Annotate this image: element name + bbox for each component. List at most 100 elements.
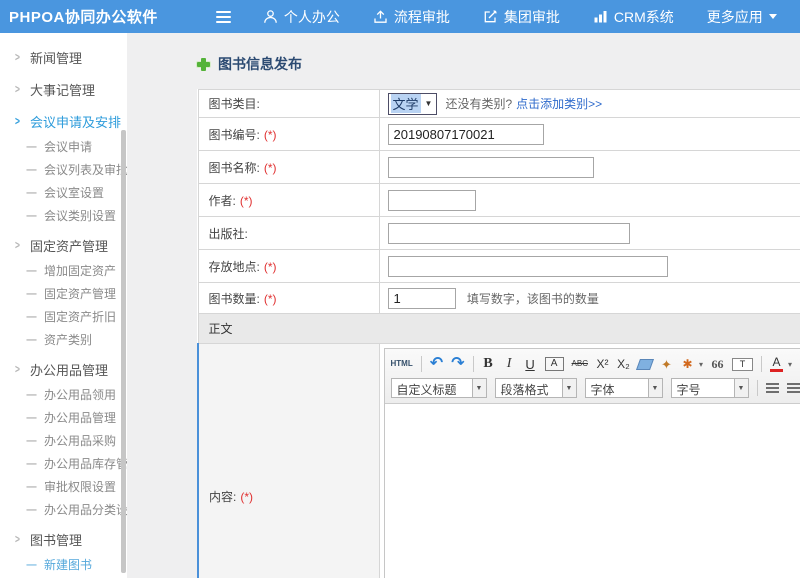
- sidebar-item-meeting-apply[interactable]: 一 会议申请: [0, 135, 127, 158]
- field-label: 图书数量:: [209, 292, 260, 306]
- caret-down-icon: ▼: [648, 379, 662, 397]
- book-name-input[interactable]: [388, 157, 594, 178]
- sidebar-item-supplies-inventory[interactable]: 一 办公用品库存管理: [0, 452, 127, 475]
- toolbar-separator: [761, 356, 762, 372]
- paste-text-button[interactable]: T: [732, 358, 753, 371]
- sidebar-item-supplies-manage[interactable]: 一 办公用品管理: [0, 406, 127, 429]
- sidebar-item-book-new[interactable]: 一 新建图书: [0, 553, 127, 576]
- nav-label: CRM系统: [614, 7, 674, 27]
- font-size-select[interactable]: 字号▼: [671, 378, 749, 398]
- sidebar-item-supplies-category[interactable]: 一 办公用品分类设置: [0, 498, 127, 521]
- sidebar-group-title-assets[interactable]: > 固定资产管理: [0, 231, 127, 259]
- person-icon: [263, 9, 278, 24]
- dash-icon: 一: [26, 557, 37, 573]
- chevron-right-icon: >: [15, 238, 20, 252]
- nav-workflow-approval[interactable]: 流程审批: [373, 7, 450, 27]
- align-center-icon[interactable]: [787, 383, 800, 394]
- subscript-button[interactable]: X₂: [617, 358, 630, 370]
- font-color-icon: A: [770, 356, 783, 372]
- nav-label: 个人办公: [284, 7, 340, 27]
- sidebar-group-news: > 新闻管理: [0, 43, 127, 71]
- chevron-right-icon: >: [15, 50, 20, 64]
- sidebar-item-supplies-claim[interactable]: 一 办公用品领用: [0, 383, 127, 406]
- nav-personal-office[interactable]: 个人办公: [263, 7, 340, 27]
- book-no-input[interactable]: [388, 124, 544, 145]
- group-approval-icon: [483, 9, 498, 24]
- editor-toolbar-row-2: 自定义标题▼ 段落格式▼ 字体▼ 字号▼ ∞: [391, 376, 800, 400]
- sidebar-item-asset-category[interactable]: 一 资产类别: [0, 328, 127, 351]
- align-left-icon[interactable]: [766, 383, 779, 394]
- sidebar-item-label: 增加固定资产: [44, 262, 116, 279]
- sidebar-item-label: 会议室设置: [44, 184, 104, 201]
- crm-chart-icon: [593, 9, 608, 24]
- sidebar-item-meeting-room[interactable]: 一 会议室设置: [0, 181, 127, 204]
- sidebar-item-meeting-category[interactable]: 一 会议类别设置: [0, 204, 127, 227]
- nav-crm-system[interactable]: CRM系统: [593, 7, 674, 27]
- dash-icon: 一: [26, 456, 37, 472]
- sidebar-group-label: 固定资产管理: [30, 236, 108, 255]
- section-title: 正文: [198, 314, 800, 344]
- menu-toggle-icon[interactable]: [216, 11, 231, 23]
- sidebar-item-asset-add[interactable]: 一 增加固定资产: [0, 259, 127, 282]
- paragraph-format-select[interactable]: 段落格式▼: [495, 378, 577, 398]
- form-row-book-name: 图书名称:(*): [198, 151, 800, 184]
- editor-toolbar-row-1: HTML ↶ ↷ B I U A ABC: [391, 352, 800, 376]
- sidebar-group-title-memorabilia[interactable]: > 大事记管理: [0, 75, 127, 103]
- add-category-link[interactable]: 点击添加类别>>: [516, 95, 602, 112]
- source-code-button[interactable]: HTML: [391, 360, 413, 368]
- select-arrow-icon: ▼: [421, 99, 437, 108]
- custom-title-select[interactable]: 自定义标题▼: [391, 378, 487, 398]
- category-label-cell: 图书类目:: [198, 90, 379, 118]
- clear-format-icon[interactable]: [636, 359, 654, 370]
- required-mark: (*): [264, 260, 277, 274]
- font-border-button[interactable]: A: [545, 357, 564, 371]
- font-family-select[interactable]: 字体▼: [585, 378, 663, 398]
- sidebar-item-approval-permission[interactable]: 一 审批权限设置: [0, 475, 127, 498]
- form-row-location: 存放地点:(*): [198, 250, 800, 283]
- undo-icon[interactable]: ↶: [430, 356, 443, 372]
- font-color-dropdown[interactable]: A▾: [770, 356, 792, 372]
- sidebar-group-title-meetings[interactable]: > 会议申请及安排: [0, 107, 127, 135]
- blockquote-button[interactable]: 66: [711, 358, 724, 370]
- category-selected-value: 文学: [391, 94, 421, 113]
- sidebar-group-label: 会议申请及安排: [30, 112, 121, 131]
- book-form-table: 图书类目: 文学 ▼ 还没有类别? 点击添加类别>>: [197, 89, 800, 578]
- sidebar-item-supplies-purchase[interactable]: 一 办公用品采购: [0, 429, 127, 452]
- color-palette-dropdown[interactable]: ✱▾: [681, 358, 703, 370]
- underline-button[interactable]: U: [524, 358, 537, 371]
- sidebar-group-title-news[interactable]: > 新闻管理: [0, 43, 127, 71]
- field-label: 作者:: [209, 194, 236, 208]
- rich-text-editor: HTML ↶ ↷ B I U A ABC: [384, 348, 800, 578]
- author-input[interactable]: [388, 190, 476, 211]
- sidebar-scrollbar[interactable]: [121, 130, 126, 573]
- italic-button[interactable]: I: [503, 357, 516, 371]
- sidebar-group-label: 图书管理: [30, 530, 82, 549]
- flow-approval-icon: [373, 9, 388, 24]
- sidebar-group-title-books[interactable]: > 图书管理: [0, 525, 127, 553]
- dash-icon: 一: [26, 185, 37, 201]
- sidebar-group-title-supplies[interactable]: > 办公用品管理: [0, 355, 127, 383]
- redo-icon[interactable]: ↷: [451, 356, 464, 372]
- category-select[interactable]: 文学 ▼: [388, 93, 438, 115]
- caret-down-icon: ▼: [562, 379, 576, 397]
- strikethrough-button[interactable]: ABC: [572, 360, 588, 368]
- field-label: 图书编号:: [209, 128, 260, 142]
- sidebar-item-meeting-list[interactable]: 一 会议列表及审批: [0, 158, 127, 181]
- quantity-input[interactable]: [388, 288, 456, 309]
- bold-button[interactable]: B: [482, 357, 495, 371]
- publisher-input[interactable]: [388, 223, 630, 244]
- dash-icon: 一: [26, 139, 37, 155]
- superscript-button[interactable]: X²: [596, 358, 609, 370]
- form-row-publisher: 出版社:: [198, 217, 800, 250]
- sidebar-item-label: 办公用品分类设置: [44, 501, 127, 518]
- location-input[interactable]: [388, 256, 668, 277]
- sidebar-item-asset-manage[interactable]: 一 固定资产管理: [0, 282, 127, 305]
- editor-content-area[interactable]: [385, 404, 800, 578]
- sidebar: > 新闻管理 > 大事记管理 > 会议申请及安排 一 会议申请: [0, 33, 127, 578]
- sidebar-item-asset-depreciation[interactable]: 一 固定资产折旧: [0, 305, 127, 328]
- format-painter-icon[interactable]: ✦: [660, 358, 673, 371]
- form-row-author: 作者:(*): [198, 184, 800, 217]
- nav-more-apps[interactable]: 更多应用: [707, 7, 777, 27]
- sidebar-item-label: 办公用品管理: [44, 409, 116, 426]
- nav-group-approval[interactable]: 集团审批: [483, 7, 560, 27]
